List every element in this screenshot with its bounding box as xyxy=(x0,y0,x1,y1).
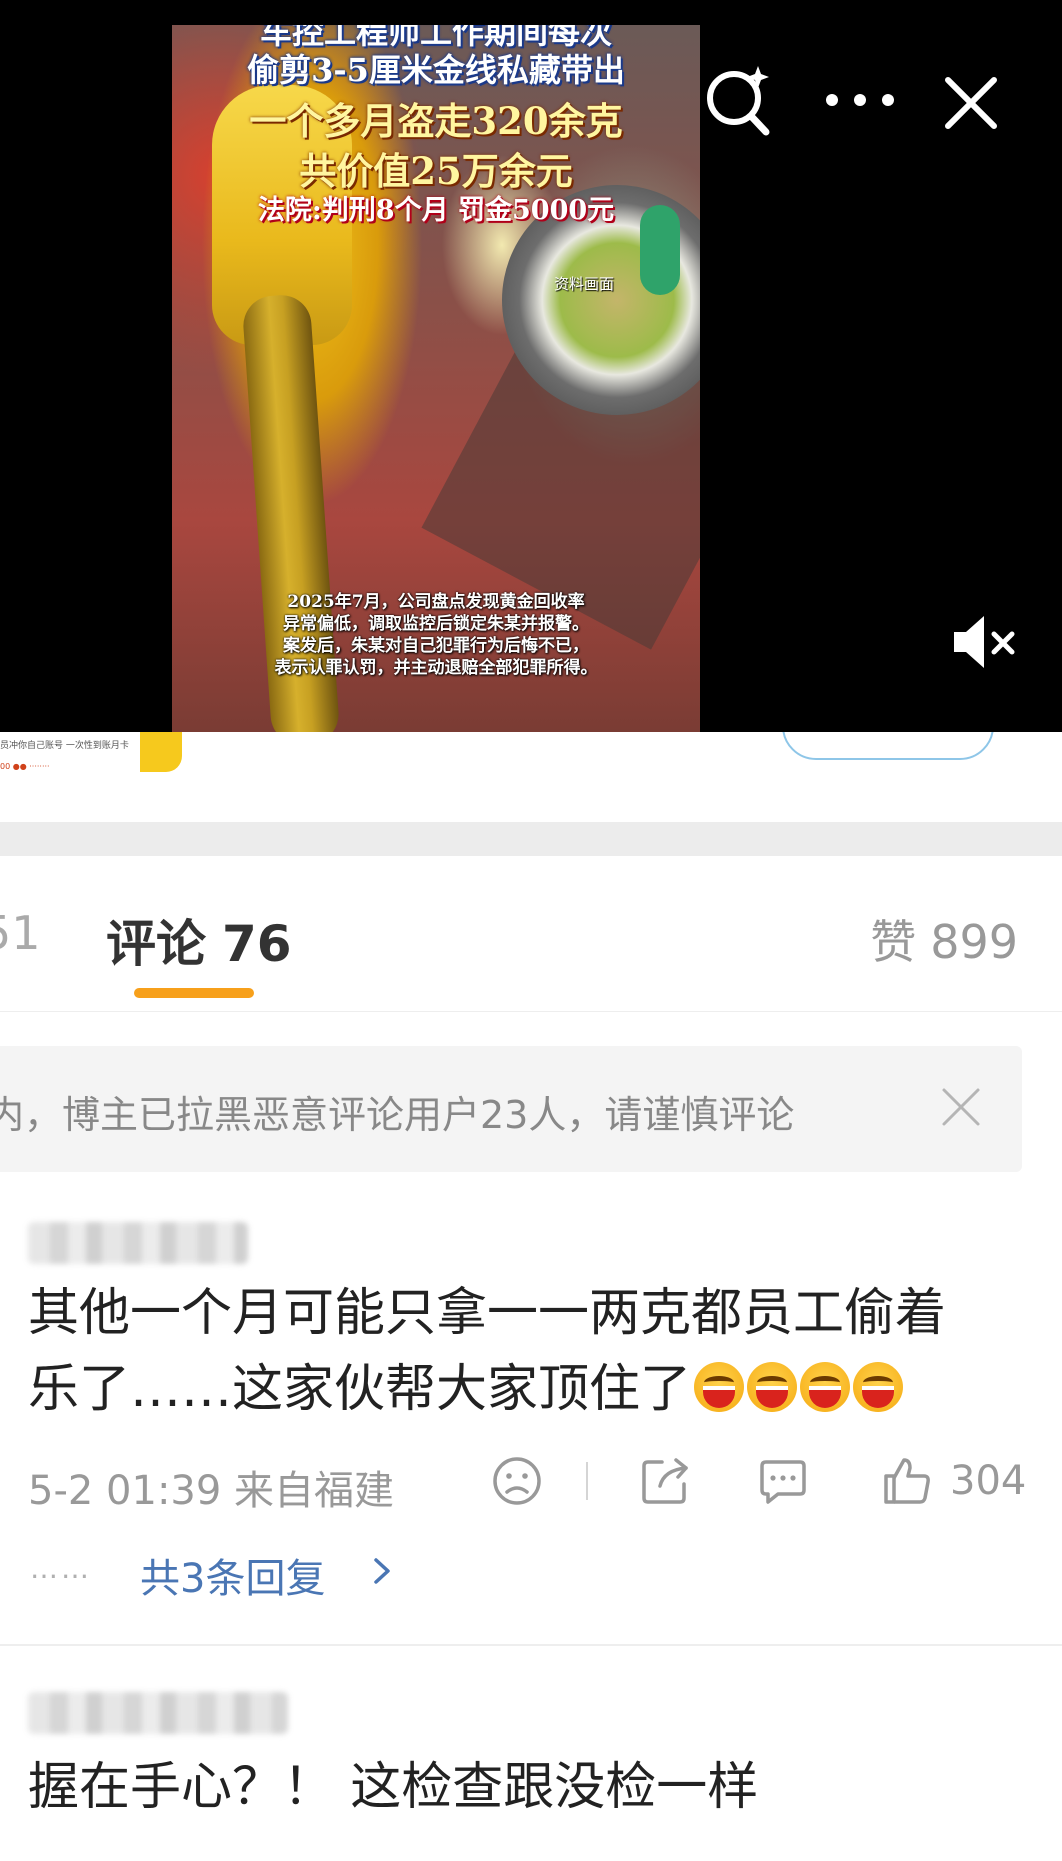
search-sparkle-button[interactable] xyxy=(700,60,780,140)
view-replies-link[interactable]: 共3条回复 xyxy=(140,1546,325,1604)
search-sparkle-icon xyxy=(707,66,770,136)
video-overlay-line: 偷剪3-5厘米金线私藏带出 xyxy=(247,51,625,89)
grinning-face-icon xyxy=(800,1362,851,1412)
meta-divider xyxy=(586,1462,588,1500)
video-source-tag: 资料画面 xyxy=(554,275,615,293)
reply-button[interactable] xyxy=(756,1454,810,1508)
tab-reposts-partial[interactable]: 51 xyxy=(0,906,41,960)
ad-yellow-shape xyxy=(140,732,182,772)
comment-line-2: 乐了……这家伙帮大家顶住了 xyxy=(28,1352,1038,1428)
moderation-notice: 内，博主已拉黑恶意评论用户23人，请谨慎评论 xyxy=(0,1046,1022,1172)
comment-like-count: 304 xyxy=(950,1458,1027,1504)
chevron-right-icon xyxy=(374,1558,390,1584)
tab-likes-label: 赞 xyxy=(870,915,917,969)
ad-subtext: 00 ●● ········ xyxy=(0,762,50,771)
share-button[interactable] xyxy=(638,1454,692,1508)
ad-text: 员冲你自己账号 一次性到账月卡 xyxy=(0,741,129,751)
thumbs-up-icon xyxy=(884,1458,930,1504)
grinning-face-icon xyxy=(694,1362,745,1412)
replies-dots: …… xyxy=(30,1552,92,1585)
follow-button[interactable] xyxy=(782,732,994,760)
blurred-username[interactable] xyxy=(28,1222,248,1264)
ad-strip[interactable]: 员冲你自己账号 一次性到账月卡 00 ●● ········ xyxy=(0,732,1062,822)
grinning-face-icon xyxy=(853,1362,904,1412)
mute-button[interactable] xyxy=(950,612,1020,672)
close-button[interactable] xyxy=(938,70,1004,136)
comment-text: 握在手心？！ 这检查跟没检一样 xyxy=(28,1750,1038,1826)
comment-line: 握在手心？！ 这检查跟没检一样 xyxy=(28,1758,759,1817)
tab-comments-label: 评论 xyxy=(106,915,206,973)
section-divider xyxy=(0,822,1062,856)
video-frame[interactable]: 车控工程师工作期间每次 偷剪3-5厘米金线私藏带出 一个多月盗走320余克 共价… xyxy=(172,25,700,732)
comment-line: 其他一个月可能只拿一一两克都员工偷着 xyxy=(28,1284,947,1343)
comment-time-location: 5-2 01:39 来自福建 xyxy=(28,1458,394,1516)
video-overlay-line: 一个多月盗走320余克 xyxy=(249,99,623,143)
comment-text: 其他一个月可能只拿一一两克都员工偷着 乐了……这家伙帮大家顶住了 xyxy=(28,1276,1038,1428)
tab-likes-count: 899 xyxy=(930,915,1018,969)
video-overlay-line: 共价值25万余元 xyxy=(299,149,573,193)
dislike-button[interactable] xyxy=(490,1454,544,1508)
notice-text: 内，博主已拉黑恶意评论用户23人，请谨慎评论 xyxy=(0,1093,795,1137)
tab-comments[interactable]: 评论 76 xyxy=(106,904,292,976)
share-icon xyxy=(642,1458,688,1504)
video-caption-line: 异常偏低，调取监控后锁定朱某并报警。 xyxy=(283,614,589,634)
more-dots-icon xyxy=(826,94,894,106)
more-button[interactable] xyxy=(820,78,900,122)
video-caption-line: 案发后，朱某对自己犯罪行为后悔不已， xyxy=(283,636,589,656)
tab-active-indicator xyxy=(134,988,254,998)
tab-bar: 51 评论 76 赞899 xyxy=(0,856,1062,1012)
comment-location: 来自福建 xyxy=(234,1468,395,1514)
close-icon xyxy=(942,1088,980,1126)
video-caption-line: 表示认罪认罚，并主动退赔全部犯罪所得。 xyxy=(274,658,598,678)
comment-line-text: 乐了……这家伙帮大家顶住了 xyxy=(28,1360,692,1419)
comment-separator xyxy=(0,1644,1062,1646)
close-icon xyxy=(945,77,997,129)
like-button[interactable] xyxy=(880,1454,934,1508)
notice-close-button[interactable] xyxy=(938,1084,984,1130)
video-caption-line: 2025年7月，公司盘点发现黄金回收率 xyxy=(287,592,585,612)
ad-thumbnail[interactable]: 员冲你自己账号 一次性到账月卡 00 ●● ········ xyxy=(0,732,182,772)
comment-meta: 5-2 01:39 来自福建 304 xyxy=(28,1452,1038,1514)
replies-row[interactable]: …… 共3条回复 xyxy=(30,1542,430,1602)
sad-face-icon xyxy=(493,1457,541,1505)
comment-bubble-icon xyxy=(760,1460,806,1504)
speaker-muted-icon xyxy=(954,616,1015,668)
video-player[interactable]: 车控工程师工作期间每次 偷剪3-5厘米金线私藏带出 一个多月盗走320余克 共价… xyxy=(0,0,1062,732)
tab-likes[interactable]: 赞 899 xyxy=(870,906,1018,972)
blurred-username[interactable] xyxy=(28,1692,288,1734)
grinning-face-icon xyxy=(747,1362,798,1412)
comment-time: 5-2 01:39 xyxy=(28,1468,222,1514)
video-overlay-line: 法院:判刑8个月 罚金5000元 xyxy=(257,195,615,226)
video-caption: 2025年7月，公司盘点发现黄金回收率 异常偏低，调取监控后锁定朱某并报警。 案… xyxy=(172,591,700,679)
tab-comments-count: 76 xyxy=(222,915,292,973)
